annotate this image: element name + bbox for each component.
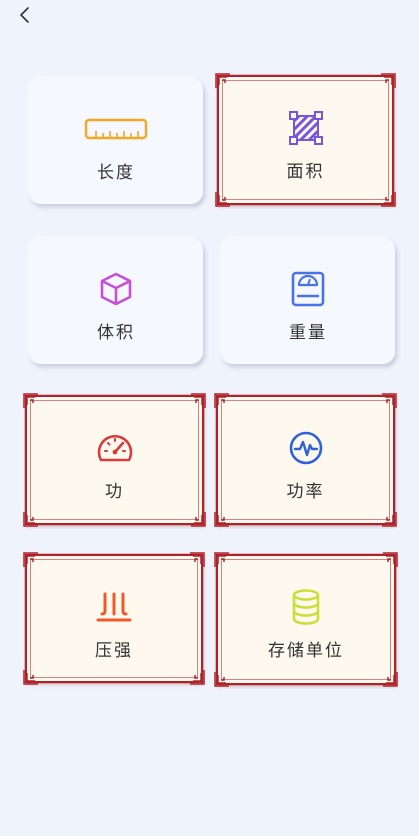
card-label: 长度	[97, 163, 135, 183]
pressure-icon	[94, 588, 134, 626]
speedometer-icon	[95, 429, 135, 467]
card-volume[interactable]: 体积	[29, 238, 203, 364]
card-area[interactable]: 面积	[215, 73, 396, 207]
card-label: 存储单位	[268, 641, 344, 661]
card-label: 面积	[286, 162, 325, 182]
card-storage-unit[interactable]: 存储单位	[214, 552, 398, 687]
area-square-icon	[287, 109, 325, 147]
card-label: 功	[105, 482, 124, 502]
card-work[interactable]: 功	[23, 393, 206, 527]
card-pressure[interactable]: 压强	[23, 552, 205, 685]
database-icon	[289, 588, 323, 626]
card-label: 重量	[289, 323, 327, 343]
ruler-icon	[84, 110, 148, 148]
cube-icon	[97, 270, 135, 308]
scale-icon	[289, 270, 327, 308]
card-label: 压强	[95, 641, 133, 661]
card-power[interactable]: 功率	[214, 393, 397, 527]
card-label: 功率	[286, 482, 325, 502]
chevron-left-icon	[20, 7, 29, 23]
card-length[interactable]: 长度	[29, 78, 203, 204]
power-wave-icon	[287, 429, 325, 467]
back-button[interactable]	[14, 4, 36, 26]
card-label: 体积	[97, 323, 135, 343]
card-weight[interactable]: 重量	[221, 238, 395, 364]
